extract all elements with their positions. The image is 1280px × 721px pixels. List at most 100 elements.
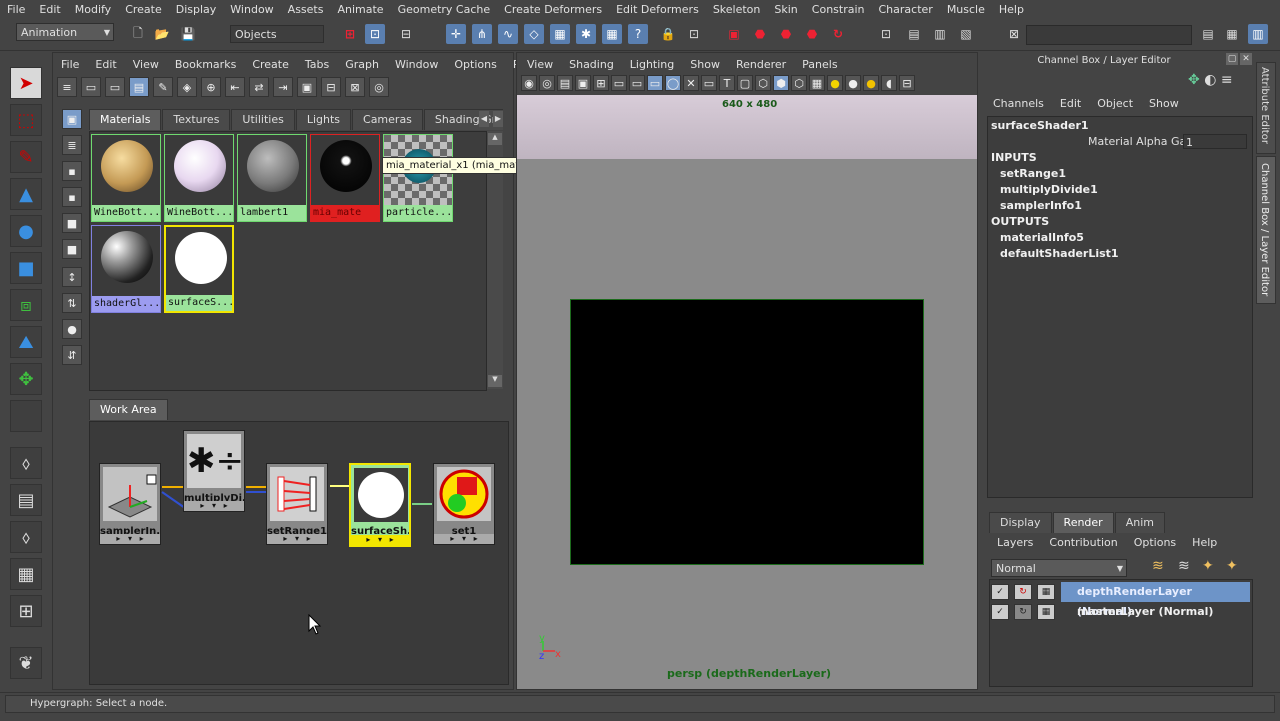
node-ports[interactable]: ▸ ▾ ▸ [351,535,409,545]
hs-side-small-icon[interactable]: ▪ [62,161,82,181]
numeric-input-field[interactable] [1026,25,1192,45]
layout-four-pane-icon[interactable]: ⊞ [10,595,42,627]
tab-display-layers[interactable]: Display [989,512,1052,533]
last-tool-icon[interactable] [10,400,42,432]
wire-on-shaded-icon[interactable]: ⬡ [791,75,807,91]
selection-mode-field[interactable]: Objects [230,25,324,43]
selected-node-name[interactable]: surfaceShader1 [991,119,1089,132]
tab-anim-layers[interactable]: Anim [1114,512,1165,533]
channel-box-icon[interactable]: ✥ [1188,72,1200,88]
render-settings-icon[interactable]: ⬣ [776,24,796,44]
menu-set-dropdown[interactable]: Animation ▼ [16,23,114,41]
hs-menu-tabs[interactable]: Tabs [297,58,337,71]
hs-side-large-icon[interactable]: ■ [62,213,82,233]
tool-settings-toggle-icon[interactable]: ▦ [1222,24,1242,44]
hs-menu-create[interactable]: Create [244,58,297,71]
lock-icon[interactable]: 🔒 [658,24,678,44]
output-node[interactable]: materialInfo5 [1000,231,1084,244]
wireframe-icon[interactable]: ▢ [737,75,753,91]
vp-menu-show[interactable]: Show [682,58,728,71]
vp-menu-panels[interactable]: Panels [794,58,845,71]
attribute-editor-toggle-icon[interactable]: ▤ [1198,24,1218,44]
recycle-icon[interactable]: ↻ [1014,604,1032,620]
camera-attributes-icon[interactable]: ◎ [539,75,555,91]
safe-action-icon[interactable]: ✕ [683,75,699,91]
render-batch-icon[interactable]: ↻ [828,24,848,44]
hypergraph-node[interactable]: ✱÷ multiplyDi... ▸ ▾ ▸ [183,430,245,512]
input-node[interactable]: multiplyDivide1 [1000,183,1098,196]
tab-render-layers[interactable]: Render [1052,512,1114,533]
safe-title-icon[interactable]: ▭ [701,75,717,91]
numeric-input-icon[interactable]: ⊠ [1004,24,1024,44]
outliner-icon[interactable]: ▥ [930,24,950,44]
tab-utilities[interactable]: Utilities [231,109,295,130]
menu-create-deformers[interactable]: Create Deformers [497,3,609,16]
wireframe-cube-icon[interactable]: ⬡ [755,75,771,91]
help-query-icon[interactable]: ? [628,24,648,44]
hypergraph-node[interactable]: samplerIn... ▸ ▾ ▸ [99,463,161,545]
lights-default-icon[interactable]: ● [827,75,843,91]
image-plane-icon[interactable]: ▣ [575,75,591,91]
field-chart-icon[interactable]: ◯ [665,75,681,91]
tab-work-area[interactable]: Work Area [89,399,168,420]
hs-menu-window[interactable]: Window [387,58,446,71]
render-layer-row[interactable]: ✓ ↻ ▦ masterLayer (Normal) [989,602,1251,622]
scroll-down-icon[interactable]: ▼ [488,375,502,387]
soft-mod-tool-icon[interactable]: ⛰ [10,326,42,358]
move-tool-icon[interactable]: ▲ [10,178,42,210]
hs-graph-network-icon[interactable]: ⊕ [201,77,221,97]
make-live-icon[interactable]: ▦ [550,24,570,44]
menu-character[interactable]: Character [872,3,940,16]
renderable-toggle-icon[interactable]: ✓ [991,584,1009,600]
float-panel-icon[interactable]: ▢ [1226,53,1238,65]
grid-toggle-icon[interactable]: ⊞ [593,75,609,91]
cb-menu-channels[interactable]: Channels [985,97,1052,110]
hs-side-list-icon[interactable]: ≣ [62,135,82,155]
menu-create[interactable]: Create [118,3,169,16]
hs-side-medium-icon[interactable]: ▪ [62,187,82,207]
hs-menu-bookmarks[interactable]: Bookmarks [167,58,244,71]
bookmarks-icon[interactable]: ▤ [557,75,573,91]
hs-input-connections-icon[interactable]: ⇤ [225,77,245,97]
new-empty-layer-icon[interactable]: ✦ [1202,558,1214,574]
input-node[interactable]: setRange1 [1000,167,1066,180]
menu-animate[interactable]: Animate [330,3,390,16]
shadows-icon[interactable]: ◖ [881,75,897,91]
layer-preview-icon[interactable]: ▦ [1037,584,1055,600]
layout-hypershade-pane-icon[interactable]: ▦ [10,558,42,590]
smooth-shade-icon[interactable]: ⬢ [773,75,789,91]
hs-clear-graph-icon[interactable]: ✎ [153,77,173,97]
paint-select-tool-icon[interactable]: ✎ [10,141,42,173]
move-layer-down-icon[interactable]: ≋ [1178,558,1190,574]
hs-side-reverse-icon[interactable]: ⇵ [62,345,82,365]
recycle-icon[interactable]: ↻ [1014,584,1032,600]
hs-side-sort-name-icon[interactable]: ↕ [62,267,82,287]
hs-side-swatch-icon[interactable]: ▣ [62,109,82,129]
material-swatch[interactable]: mia_mate [310,134,380,222]
select-camera-icon[interactable]: ◉ [521,75,537,91]
hs-render-icon[interactable]: ▣ [297,77,317,97]
film-gate-icon[interactable]: ▭ [611,75,627,91]
node-ports[interactable]: ▸ ▾ ▸ [100,534,160,544]
layer-name[interactable]: masterLayer (Normal) [1061,602,1213,622]
vp-menu-renderer[interactable]: Renderer [728,58,794,71]
select-component-icon[interactable]: ⊟ [396,24,416,44]
material-swatch[interactable]: lambert1 [237,134,307,222]
select-hierarchy-icon[interactable]: ⊞ [340,24,360,44]
hs-node-icon[interactable]: ⊠ [345,77,365,97]
node-ports[interactable]: ▸ ▾ ▸ [184,501,244,511]
hs-side-sort-time-icon[interactable]: ● [62,319,82,339]
hypergraph-node-selected[interactable]: surfaceSh... ▸ ▾ ▸ [349,463,411,547]
new-layer-from-selected-icon[interactable]: ✦ [1226,558,1238,574]
hud-icon[interactable]: T [719,75,735,91]
material-swatch[interactable]: shaderGl... [91,225,161,313]
hs-menu-graph[interactable]: Graph [337,58,387,71]
menu-edit[interactable]: Edit [32,3,67,16]
lasso-tool-icon[interactable]: ⬚ [10,104,42,136]
material-swatch[interactable]: WineBott... [91,134,161,222]
input-field-icon[interactable]: ⊡ [876,24,896,44]
menu-modify[interactable]: Modify [68,3,118,16]
cb-menu-edit[interactable]: Edit [1052,97,1089,110]
cb-menu-show[interactable]: Show [1141,97,1187,110]
tab-scroll-right-icon[interactable]: ▶ [493,111,503,127]
